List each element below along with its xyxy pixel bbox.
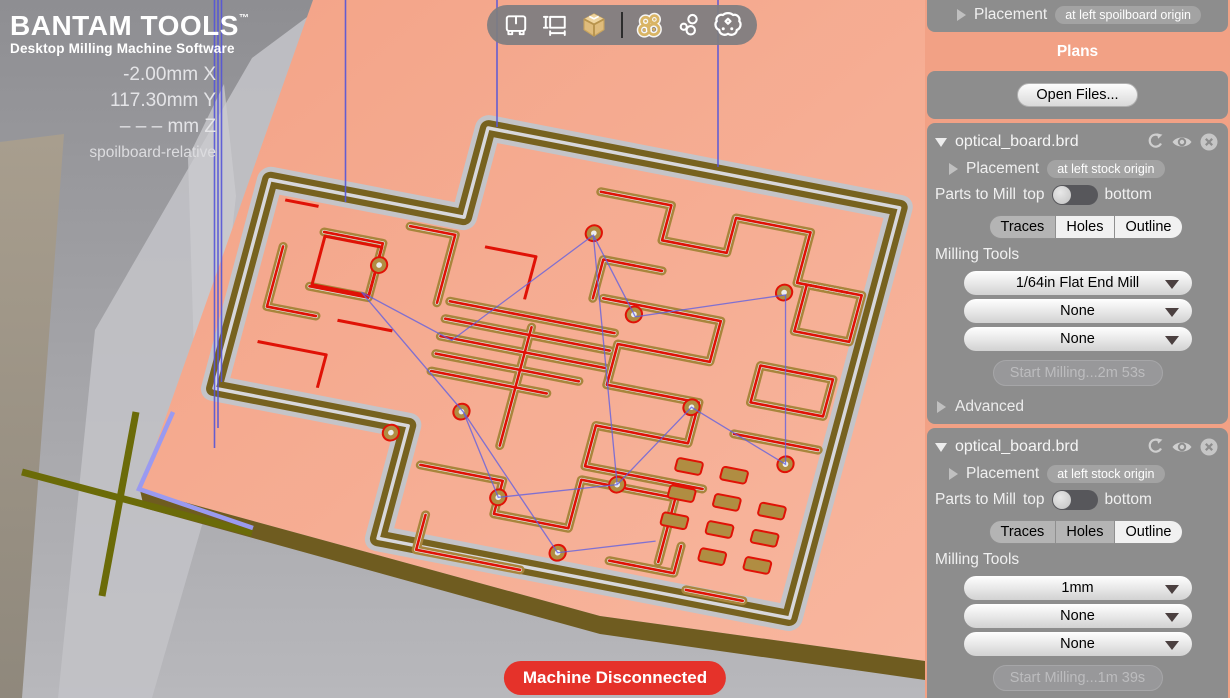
- readout-y: 117.30mm Y: [110, 90, 216, 111]
- sidebar: Placement at left spoilboard origin Plan…: [925, 0, 1230, 698]
- advanced-label: Advanced: [955, 398, 1024, 415]
- expand-triangle-icon[interactable]: [937, 401, 946, 413]
- milling-tools-label: Milling Tools: [935, 246, 1020, 263]
- open-files-button[interactable]: Open Files...: [1017, 83, 1138, 107]
- feature-tabs: Traces Holes Outline: [989, 520, 1183, 544]
- parts-to-mill-label: Parts to Mill: [935, 186, 1016, 203]
- top-bottom-toggle[interactable]: [1051, 490, 1098, 510]
- expand-triangle-icon[interactable]: [957, 9, 966, 21]
- view-toolbar: [487, 5, 757, 45]
- chevron-down-icon: [1164, 308, 1179, 317]
- toggle-knob: [1052, 491, 1071, 509]
- machine-placement-row[interactable]: Placement at left spoilboard origin: [935, 3, 1220, 27]
- open-files-panel: Open Files...: [927, 71, 1228, 119]
- tab-outline[interactable]: Outline: [1114, 520, 1183, 544]
- reset-rotation-icon[interactable]: [1144, 436, 1166, 458]
- plan-panel-1: optical_board.brd Placement at left stoc…: [927, 123, 1228, 424]
- readout-x: -2.00mm X: [123, 64, 216, 85]
- parts-to-mill-label: Parts to Mill: [935, 491, 1016, 508]
- plan-filename: optical_board.brd: [955, 133, 1079, 150]
- close-icon[interactable]: [1198, 131, 1220, 153]
- tool-dropdown-2[interactable]: None: [963, 604, 1192, 628]
- collapse-triangle-icon[interactable]: [935, 137, 947, 147]
- readout-z: – – – mm Z: [119, 116, 216, 137]
- toolbar-divider: [621, 12, 623, 38]
- close-icon[interactable]: [1198, 436, 1220, 458]
- placement-label: Placement: [966, 160, 1040, 177]
- plan-panel-2: optical_board.brd Placement at left stoc…: [927, 428, 1228, 698]
- collapse-triangle-icon[interactable]: [935, 442, 947, 452]
- side-bottom-label: bottom: [1104, 491, 1152, 508]
- tool-dropdown-1[interactable]: 1/64in Flat End Mill: [963, 271, 1192, 295]
- show-traces-icon[interactable]: [635, 10, 665, 40]
- chevron-down-icon: [1164, 280, 1179, 289]
- chevron-down-icon: [1164, 585, 1179, 594]
- tab-outline[interactable]: Outline: [1114, 215, 1183, 239]
- show-holes-icon[interactable]: [674, 10, 704, 40]
- machine-status-banner: Machine Disconnected: [503, 661, 727, 695]
- tab-traces[interactable]: Traces: [989, 520, 1056, 544]
- start-milling-button[interactable]: Start Milling...1m 39s: [992, 665, 1163, 691]
- visibility-eye-icon[interactable]: [1171, 131, 1193, 153]
- tool-dropdown-1[interactable]: 1mm: [963, 576, 1192, 600]
- tool-dropdown-value: 1/64in Flat End Mill: [1015, 275, 1140, 291]
- chevron-down-icon: [1164, 336, 1179, 345]
- side-bottom-label: bottom: [1104, 186, 1152, 203]
- tool-dropdown-value: 1mm: [1061, 580, 1094, 596]
- readout-mode: spoilboard-relative: [89, 144, 216, 161]
- placement-value-badge: at left stock origin: [1047, 465, 1165, 483]
- preview-3d-icon[interactable]: [579, 10, 609, 40]
- chevron-down-icon: [1164, 613, 1179, 622]
- tool-dropdown-value: None: [1060, 331, 1095, 347]
- chevron-down-icon: [1164, 641, 1179, 650]
- placement-value-badge: at left stock origin: [1047, 160, 1165, 178]
- tool-dropdown-3[interactable]: None: [963, 327, 1192, 351]
- plan-filename: optical_board.brd: [955, 438, 1079, 455]
- start-milling-button[interactable]: Start Milling...2m 53s: [992, 360, 1163, 386]
- reset-rotation-icon[interactable]: [1144, 131, 1166, 153]
- tab-holes[interactable]: Holes: [1055, 215, 1115, 239]
- show-outline-icon[interactable]: [713, 10, 743, 40]
- tool-dropdown-value: None: [1060, 608, 1095, 624]
- feature-tabs: Traces Holes Outline: [989, 215, 1183, 239]
- placement-label: Placement: [974, 6, 1048, 23]
- side-top-label: top: [1022, 491, 1045, 508]
- toggle-knob: [1052, 186, 1071, 204]
- material-placement-icon[interactable]: [540, 10, 570, 40]
- expand-triangle-icon[interactable]: [949, 163, 958, 175]
- tab-holes[interactable]: Holes: [1055, 520, 1115, 544]
- placement-value-badge: at left spoilboard origin: [1055, 6, 1202, 24]
- plans-header: Plans: [1056, 43, 1099, 60]
- machine-view-icon[interactable]: [501, 10, 531, 40]
- side-top-label: top: [1022, 186, 1045, 203]
- tool-dropdown-value: None: [1060, 636, 1095, 652]
- top-bottom-toggle[interactable]: [1051, 185, 1098, 205]
- placement-label: Placement: [966, 465, 1040, 482]
- tool-dropdown-3[interactable]: None: [963, 632, 1192, 656]
- plan-placement-row[interactable]: Placement at left stock origin: [935, 462, 1220, 486]
- bantam-tools-window: BANTAM TOOLS™ Desktop Milling Machine So…: [0, 0, 1230, 698]
- tab-traces[interactable]: Traces: [989, 215, 1056, 239]
- visibility-eye-icon[interactable]: [1171, 436, 1193, 458]
- position-readout: -2.00mm X 117.30mm Y – – – mm Z spoilboa…: [0, 62, 216, 166]
- machine-placement-panel: Placement at left spoilboard origin: [927, 0, 1228, 32]
- milling-tools-label: Milling Tools: [935, 551, 1020, 568]
- expand-triangle-icon[interactable]: [949, 468, 958, 480]
- tool-dropdown-value: None: [1060, 303, 1095, 319]
- plan-placement-row[interactable]: Placement at left stock origin: [935, 157, 1220, 181]
- advanced-row[interactable]: Advanced: [935, 391, 1220, 419]
- tool-dropdown-2[interactable]: None: [963, 299, 1192, 323]
